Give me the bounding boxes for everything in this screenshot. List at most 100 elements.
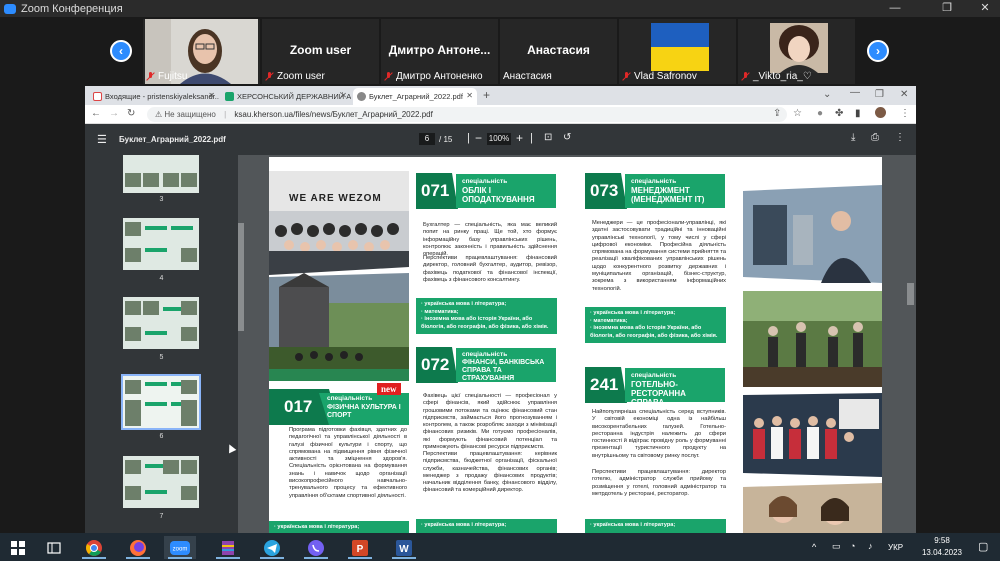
students-selfie-photo [743,483,882,533]
profile-avatar[interactable] [875,107,886,118]
participant-tile[interactable]: Zoom user Zoom user [262,19,379,84]
page-thumbnail[interactable] [123,218,199,270]
next-page-button[interactable]: › [867,40,889,62]
restore-icon[interactable]: ❐ [932,0,962,17]
notifications-icon[interactable]: ▢ [978,540,988,553]
tab-pdf[interactable]: Буклет_Аграрний_2022.pdf ✕ [353,88,477,105]
download-icon[interactable]: ⤓ [851,132,855,143]
spec-241-subjects: · українська мова і література; [585,519,726,533]
telegram-icon[interactable] [256,536,288,559]
page-number-input[interactable]: 6 [419,133,435,145]
participant-name-label: Fujitsu [146,71,187,82]
close-icon[interactable]: ✕ [970,0,1000,17]
sidebar-icon[interactable]: ▮ [855,108,861,119]
wezom-sign: WE ARE WEZOM [289,193,382,204]
participants-strip: ‹ Fujitsu Zoom user Zoom user Дмитро Ант… [0,17,1000,85]
new-tab-button[interactable]: + [483,88,490,102]
close-tab-icon[interactable]: ✕ [340,91,347,100]
gmail-icon [93,92,102,101]
viber-icon[interactable] [300,536,332,559]
menu-icon[interactable]: ⋮ [900,108,910,119]
zoom-in-button[interactable]: + [516,131,523,145]
ksau-favicon-icon [225,92,234,101]
page-thumbnail[interactable] [123,456,199,508]
svg-text:W: W [399,544,409,555]
participant-display-name: Анастасия [527,43,590,57]
forward-icon[interactable]: → [109,108,119,119]
restore-icon[interactable]: ❐ [875,89,884,100]
close-tab-icon[interactable]: ✕ [466,91,473,100]
chrome-icon[interactable] [78,536,110,559]
spec-number: 017 [284,397,313,416]
bookmark-star-icon[interactable]: ☆ [793,108,802,119]
network-icon[interactable]: ◔ [850,541,855,551]
participant-tile[interactable]: Анастасия Анастасия [500,19,617,84]
participant-name-label: Zoom user [265,71,325,82]
tab-search-icon[interactable]: ⌄ [823,89,831,100]
reload-icon[interactable]: ↻ [127,108,135,119]
not-secure-label: ⚠ Не защищено [155,110,216,119]
pdf-filename: Буклет_Аграрний_2022.pdf [119,135,226,144]
clock-date[interactable]: 13.04.2023 [915,548,969,557]
prev-page-button[interactable]: ‹ [110,40,132,62]
task-view-icon[interactable] [38,536,70,559]
rotate-icon[interactable]: ↺ [563,132,571,143]
spec-number: 073 [590,181,619,200]
spec-number: 071 [421,181,450,200]
clock-time[interactable]: 9:58 [922,536,962,545]
participant-display-name: Дмитро Антоне... [388,43,491,57]
mic-muted-icon [384,72,393,81]
participant-name-label: Анастасия [503,71,552,82]
spec-072-subjects: · українська мова і література; [416,519,557,533]
word-icon[interactable]: W [388,536,420,559]
omnibox[interactable]: ⚠ Не защищено | ksau.kherson.ua/files/ne… [147,107,787,122]
tray-overflow-icon[interactable]: ^ [812,542,816,552]
extension-icon[interactable]: ● [817,108,823,119]
battery-icon[interactable]: ▭ [832,541,841,552]
page-thumbnail[interactable] [123,155,199,193]
minimize-icon[interactable]: — [880,0,910,17]
pdf-scrollbar[interactable] [907,283,914,305]
tab-ksau[interactable]: ХЕРСОНСЬКИЙ ДЕРЖАВНИЙ АГРАР...✕ [221,88,351,105]
spec-071-subjects: · українська мова і література; · математ… [416,298,557,334]
spec-241-prospects: Перспективи працевлаштування: директор г… [592,469,726,497]
zoom-out-button[interactable]: − [475,131,482,145]
participant-tile[interactable]: Vlad Safronov [619,19,736,84]
page-thumbnail-number: 7 [159,513,164,520]
participant-tile[interactable]: Fujitsu [143,19,260,84]
close-tab-icon[interactable]: ✕ [208,91,215,100]
spec-017-text: Програма підготовки фахівця, здатних до … [289,427,407,499]
spec-072-prospects: Перспективи працевлаштування: керівник п… [423,451,557,494]
page-thumbnail-current[interactable] [121,374,201,430]
input-language[interactable]: УКР [888,543,903,552]
windows-start-icon[interactable] [2,536,34,559]
print-icon[interactable]: ⎙ [871,132,879,143]
thumbnail-scrollbar[interactable] [238,223,244,331]
powerpoint-icon[interactable]: P [344,536,376,559]
fit-page-icon[interactable]: ⊡ [544,132,552,143]
svg-text:P: P [357,544,364,555]
pdf-separator: | [467,132,470,144]
address-bar: ← → ↻ ⚠ Не защищено | ksau.kherson.ua/fi… [85,105,916,124]
pdf-more-icon[interactable]: ⋮ [895,132,905,143]
share-icon[interactable]: ⇪ [773,108,781,119]
svg-text:zoom: zoom [173,546,188,552]
winrar-icon[interactable] [212,536,244,559]
extensions-puzzle-icon[interactable]: ✤ [835,108,843,119]
minimize-icon[interactable]: — [850,87,860,98]
close-window-icon[interactable]: ✕ [900,89,908,100]
spec-073-subjects: · українська мова і література; · математ… [585,307,726,343]
volume-icon[interactable]: ♪ [868,541,873,551]
back-icon[interactable]: ← [91,108,101,119]
page-thumbnail[interactable] [123,297,199,349]
new-badge: new [377,383,401,395]
pdf-menu-icon[interactable]: ☰ [97,133,107,146]
tab-gmail[interactable]: Входящие - pristenskiyaleksandr... ✕ [89,88,219,105]
spec-label: спеціальність [327,395,373,402]
spec-072-header: 072 спеціальність ФІНАНСИ, БАНКІВСЬКА СПР… [416,347,556,383]
participant-tile[interactable]: _Vikto_ria_♡ [738,19,855,84]
zoom-level-input[interactable]: 100% [487,133,511,145]
participant-tile[interactable]: Дмитро Антоне... Дмитро Антоненко [381,19,498,84]
zoom-app-icon[interactable]: zoom [164,536,196,559]
firefox-icon[interactable] [122,536,154,559]
